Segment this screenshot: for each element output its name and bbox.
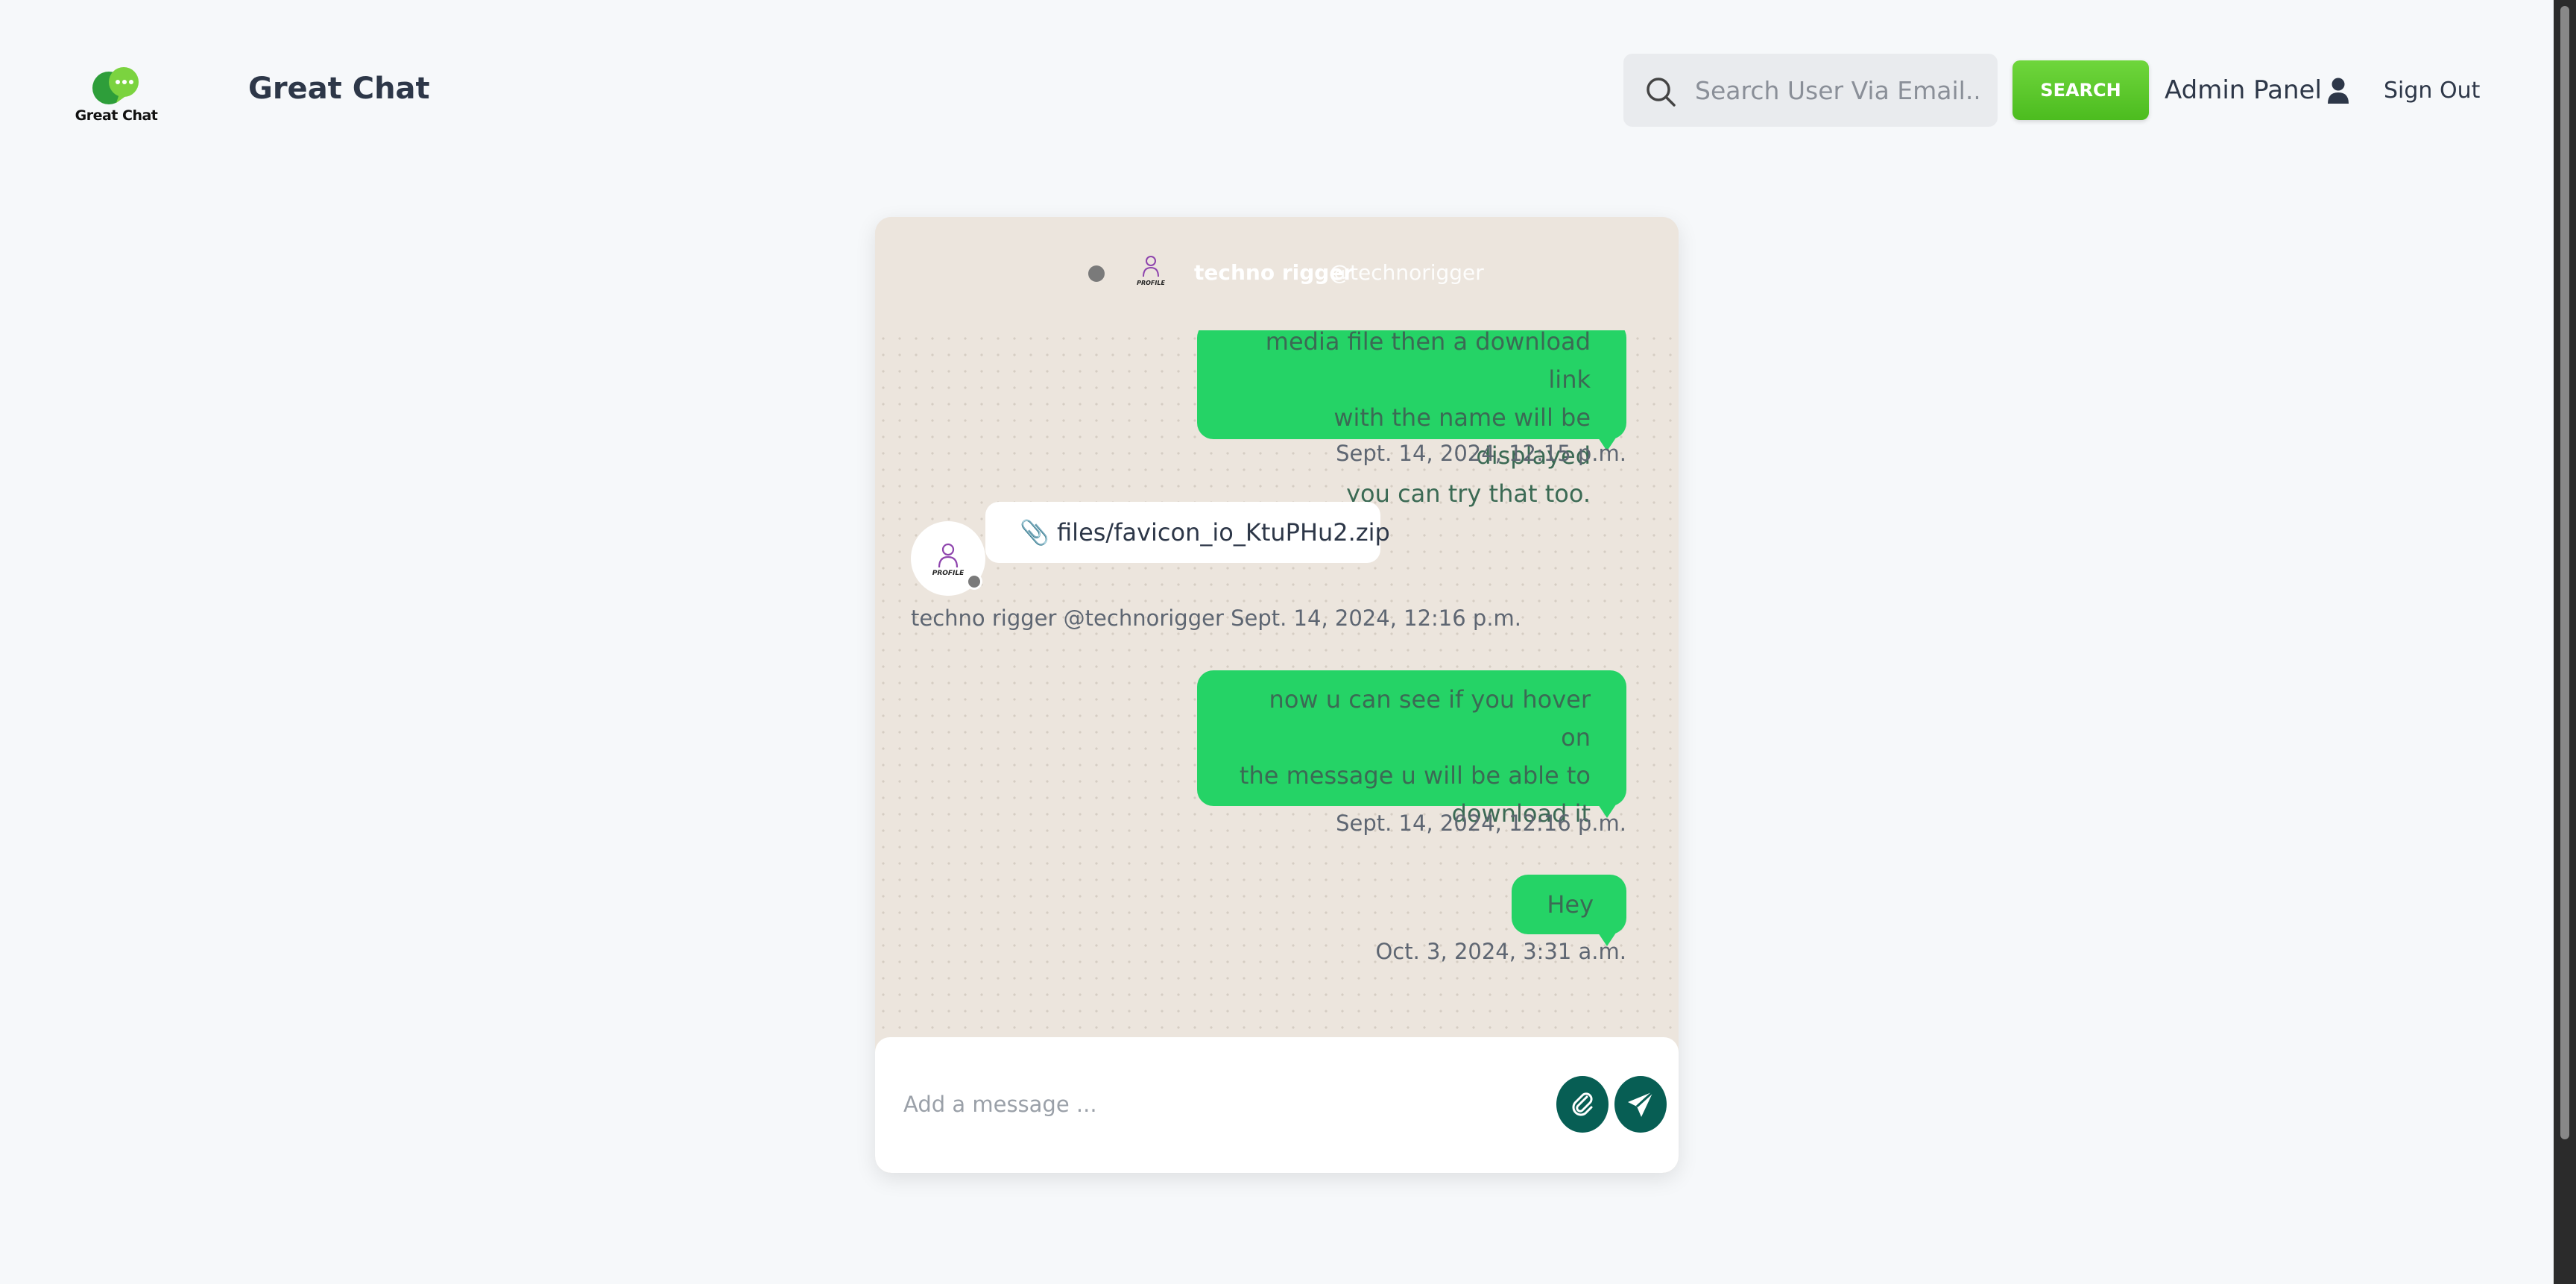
search-box (1623, 54, 1998, 127)
message-bubble-outgoing[interactable]: media file then a download link with the… (1197, 330, 1626, 508)
attach-button[interactable] (1556, 1076, 1609, 1133)
message-line: media file then a download link (1265, 330, 1591, 394)
search-input[interactable] (1695, 54, 1978, 127)
svg-text:PROFILE: PROFILE (1137, 280, 1165, 286)
svg-text:PROFILE: PROFILE (932, 570, 965, 577)
message-composer (875, 1037, 1679, 1173)
attach-icon (1572, 1092, 1593, 1116)
message-sender-meta: techno rigger @technorigger Sept. 14, 20… (911, 605, 1522, 631)
message-line: the message u will be able to (1239, 761, 1591, 790)
send-icon (1628, 1090, 1655, 1117)
search-icon (1647, 78, 1676, 107)
sign-out-link[interactable]: Sign Out (2384, 78, 2480, 104)
chat-header: PROFILE techno rigger @technorigger (875, 217, 1679, 330)
logo-icon (92, 67, 139, 104)
chat-window: PROFILE techno rigger @technorigger medi… (875, 217, 1679, 1173)
sender-status-dot (966, 573, 982, 590)
message-line: now u can see if you hover on (1269, 685, 1591, 752)
message-timestamp: Oct. 3, 2024, 3:31 a.m. (1375, 939, 1626, 964)
page-scrollbar-thumb[interactable] (2560, 6, 2569, 1139)
app-logo[interactable]: Great Chat (72, 66, 161, 134)
search-button[interactable]: SEARCH (2012, 60, 2149, 120)
contact-avatar[interactable]: PROFILE (1131, 251, 1171, 292)
message-timestamp: Sept. 14, 2024, 12:15 p.m. (1336, 441, 1626, 466)
message-bubble-outgoing[interactable]: now u can see if you hover on the messag… (1197, 670, 1626, 828)
message-list[interactable]: media file then a download link with the… (875, 330, 1679, 1149)
contact-handle: @technorigger (1329, 260, 1484, 285)
message-timestamp: Sept. 14, 2024, 12:16 p.m. (1336, 811, 1626, 836)
page-scrollbar[interactable] (2554, 0, 2576, 1284)
online-status-dot (1088, 265, 1105, 282)
logo-text: Great Chat (75, 107, 158, 124)
admin-panel-link[interactable]: Admin Panel (2165, 75, 2322, 105)
message-line: Hey (1547, 890, 1594, 919)
message-bubble-outgoing[interactable]: Hey (1512, 875, 1626, 946)
user-icon[interactable] (2327, 78, 2349, 104)
brand-title[interactable]: Great Chat (248, 72, 430, 106)
send-button[interactable] (1614, 1076, 1667, 1133)
message-input[interactable] (903, 1074, 1500, 1134)
message-bubble-incoming-file[interactable]: 📎 files/favicon_io_KtuPHu2.zip (985, 502, 1390, 563)
